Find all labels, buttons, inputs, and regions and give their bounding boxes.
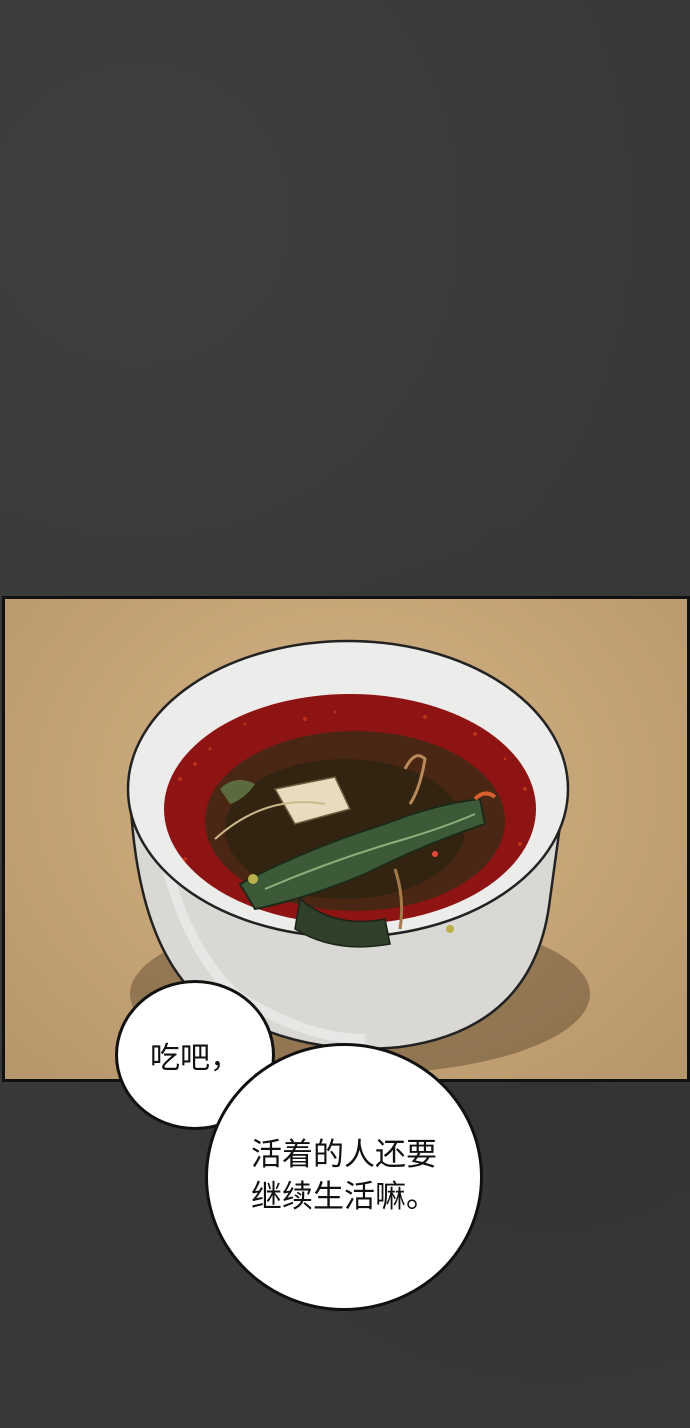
comic-panel — [2, 596, 690, 1082]
speech-text-1: 吃吧， — [150, 1041, 240, 1076]
speech-text-2: 活着的人还要 继续生活嘛。 — [251, 1135, 437, 1219]
soup-bowl-illustration — [126, 639, 590, 1074]
speech-line-1: 活着的人还要 — [251, 1137, 437, 1174]
speech-line-2: 继续生活嘛。 — [251, 1179, 437, 1215]
speech-bubble-2: 活着的人还要 继续生活嘛。 — [205, 1043, 483, 1311]
